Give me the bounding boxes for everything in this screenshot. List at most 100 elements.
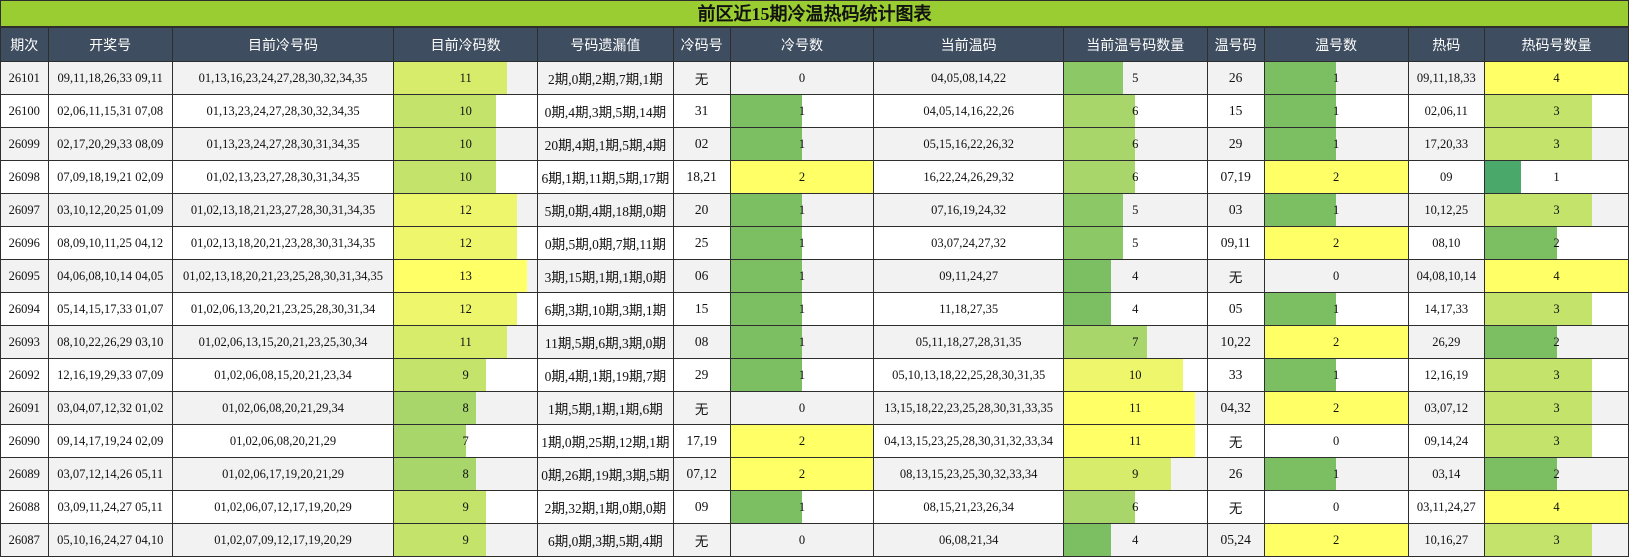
hot-num-cell-value: 3 bbox=[1553, 301, 1560, 316]
column-header[interactable]: 开奖号 bbox=[47, 27, 173, 62]
period-cell: 26090 bbox=[0, 424, 49, 458]
column-header[interactable]: 冷码号 bbox=[672, 27, 731, 62]
omission-cell: 6期,3期,10期,3期,1期 bbox=[537, 292, 674, 326]
warm-num-cell: 2 bbox=[1263, 325, 1409, 359]
hot-numbers-cell: 03,07,12 bbox=[1407, 391, 1486, 425]
warm-count-cell: 7 bbox=[1062, 325, 1208, 359]
draw-numbers-cell: 08,09,10,11,25 04,12 bbox=[47, 226, 173, 260]
warm-code-cell: 10,22 bbox=[1206, 325, 1265, 359]
warm-num-cell-value: 1 bbox=[1332, 70, 1340, 85]
cold-count-cell-value: 12 bbox=[459, 235, 472, 250]
warm-count-cell-value: 6 bbox=[1132, 136, 1139, 151]
warm-count-cell: 6 bbox=[1062, 490, 1208, 524]
cold-code-cell: 09 bbox=[672, 490, 731, 524]
period-cell: 26093 bbox=[0, 325, 49, 359]
table-row[interactable]: 26099 02,17,20,29,33 08,09 01,13,23,24,27,… bbox=[0, 127, 1629, 161]
warm-num-cell: 1 bbox=[1263, 94, 1409, 128]
warm-count-cell: 11 bbox=[1062, 391, 1208, 425]
column-header[interactable]: 目前冷码数 bbox=[393, 27, 539, 62]
column-header[interactable]: 当前温码 bbox=[873, 27, 1064, 62]
draw-numbers-cell: 04,06,08,10,14 04,05 bbox=[47, 259, 173, 293]
warm-num-cell: 0 bbox=[1263, 424, 1409, 458]
cold-count-cell-bar bbox=[394, 62, 507, 94]
warm-count-cell-bar bbox=[1064, 194, 1124, 226]
cold-code-cell: 18,21 bbox=[672, 160, 731, 194]
cold-num-cell: 1 bbox=[729, 127, 875, 161]
cold-count-cell-value: 10 bbox=[459, 103, 472, 118]
period-cell: 26091 bbox=[0, 391, 49, 425]
hot-num-cell-value: 4 bbox=[1553, 70, 1560, 85]
column-header[interactable]: 期次 bbox=[0, 27, 49, 62]
omission-cell: 2期,32期,1期,0期,0期 bbox=[537, 490, 674, 524]
warm-count-cell-value: 5 bbox=[1132, 70, 1139, 85]
column-header[interactable]: 温号数 bbox=[1263, 27, 1409, 62]
table-row[interactable]: 26101 09,11,18,26,33 09,11 01,13,16,23,24,… bbox=[0, 61, 1629, 95]
omission-cell: 6期,1期,11期,5期,17期 bbox=[537, 160, 674, 194]
cold-numbers-cell: 01,02,06,17,19,20,21,29 bbox=[171, 457, 395, 491]
table-row[interactable]: 26087 05,10,16,24,27 04,10 01,02,07,09,12,… bbox=[0, 523, 1629, 557]
table-row[interactable]: 26094 05,14,15,17,33 01,07 01,02,06,13,20,… bbox=[0, 292, 1629, 326]
warm-num-cell-value: 2 bbox=[1332, 169, 1340, 184]
hot-numbers-cell: 09,11,18,33 bbox=[1407, 61, 1486, 95]
cold-num-cell: 0 bbox=[729, 523, 875, 557]
hot-num-cell-value: 3 bbox=[1553, 202, 1560, 217]
cold-code-cell: 17,19 bbox=[672, 424, 731, 458]
table-row[interactable]: 26091 03,04,07,12,32 01,02 01,02,06,08,20,… bbox=[0, 391, 1629, 425]
table-row[interactable]: 26093 08,10,22,26,29 03,10 01,02,06,13,15,… bbox=[0, 325, 1629, 359]
hot-numbers-cell: 14,17,33 bbox=[1407, 292, 1486, 326]
table-row[interactable]: 26090 09,14,17,19,24 02,09 01,02,06,08,20,… bbox=[0, 424, 1629, 458]
hot-num-cell: 4 bbox=[1484, 490, 1629, 524]
cold-count-cell-bar bbox=[394, 227, 517, 259]
table-row[interactable]: 26095 04,06,08,10,14 04,05 01,02,13,18,20,… bbox=[0, 259, 1629, 293]
column-header[interactable]: 当前温号码数量 bbox=[1062, 27, 1208, 62]
warm-count-cell-bar bbox=[1064, 260, 1112, 292]
column-header[interactable]: 冷号数 bbox=[729, 27, 875, 62]
draw-numbers-cell: 05,10,16,24,27 04,10 bbox=[47, 523, 173, 557]
hot-num-cell: 3 bbox=[1484, 94, 1629, 128]
warm-count-cell: 5 bbox=[1062, 193, 1208, 227]
cold-num-cell-value: 1 bbox=[798, 334, 806, 349]
period-cell: 26092 bbox=[0, 358, 49, 392]
warm-code-cell: 26 bbox=[1206, 457, 1265, 491]
period-cell: 26101 bbox=[0, 61, 49, 95]
column-header[interactable]: 热码号数量 bbox=[1484, 27, 1629, 62]
column-header[interactable]: 热码 bbox=[1407, 27, 1486, 62]
draw-numbers-cell: 08,10,22,26,29 03,10 bbox=[47, 325, 173, 359]
table-row[interactable]: 26088 03,09,11,24,27 05,11 01,02,06,07,12,… bbox=[0, 490, 1629, 524]
table-row[interactable]: 26100 02,06,11,15,31 07,08 01,13,23,24,27,… bbox=[0, 94, 1629, 128]
warm-code-cell: 07,19 bbox=[1206, 160, 1265, 194]
cold-numbers-cell: 01,02,06,08,20,21,29 bbox=[171, 424, 395, 458]
cold-numbers-cell: 01,13,23,24,27,28,30,31,34,35 bbox=[171, 127, 395, 161]
cold-count-cell-bar bbox=[394, 491, 487, 523]
table-row[interactable]: 26097 03,10,12,20,25 01,09 01,02,13,18,21,… bbox=[0, 193, 1629, 227]
warm-num-cell: 1 bbox=[1263, 193, 1409, 227]
warm-num-cell-value: 0 bbox=[1332, 499, 1340, 514]
cold-count-cell-value: 12 bbox=[459, 301, 472, 316]
column-header[interactable]: 温号码 bbox=[1206, 27, 1265, 62]
warm-num-cell-bar bbox=[1265, 128, 1337, 160]
table-row[interactable]: 26098 07,09,18,19,21 02,09 01,02,13,23,27,… bbox=[0, 160, 1629, 194]
cold-num-cell-value: 1 bbox=[798, 235, 806, 250]
table-row[interactable]: 26096 08,09,10,11,25 04,12 01,02,13,18,20,… bbox=[0, 226, 1629, 260]
warm-num-cell: 2 bbox=[1263, 226, 1409, 260]
warm-code-cell: 15 bbox=[1206, 94, 1265, 128]
omission-cell: 3期,15期,1期,1期,0期 bbox=[537, 259, 674, 293]
cold-code-cell: 25 bbox=[672, 226, 731, 260]
omission-cell: 1期,0期,25期,12期,1期 bbox=[537, 424, 674, 458]
hot-numbers-cell: 09 bbox=[1407, 160, 1486, 194]
cold-num-cell: 1 bbox=[729, 490, 875, 524]
cold-code-cell: 15 bbox=[672, 292, 731, 326]
hot-num-cell: 3 bbox=[1484, 523, 1629, 557]
column-header[interactable]: 号码遗漏值 bbox=[537, 27, 674, 62]
warm-count-cell-value: 6 bbox=[1132, 103, 1139, 118]
cold-num-cell: 1 bbox=[729, 325, 875, 359]
cold-count-cell: 9 bbox=[393, 490, 539, 524]
table-row[interactable]: 26089 03,07,12,14,26 05,11 01,02,06,17,19,… bbox=[0, 457, 1629, 491]
hot-num-cell: 2 bbox=[1484, 457, 1629, 491]
table-row[interactable]: 26092 12,16,19,29,33 07,09 01,02,06,08,15,… bbox=[0, 358, 1629, 392]
warm-num-cell: 1 bbox=[1263, 457, 1409, 491]
cold-count-cell: 12 bbox=[393, 292, 539, 326]
column-header[interactable]: 目前冷号码 bbox=[171, 27, 395, 62]
cold-num-cell: 1 bbox=[729, 259, 875, 293]
hot-num-cell-bar bbox=[1485, 326, 1557, 358]
